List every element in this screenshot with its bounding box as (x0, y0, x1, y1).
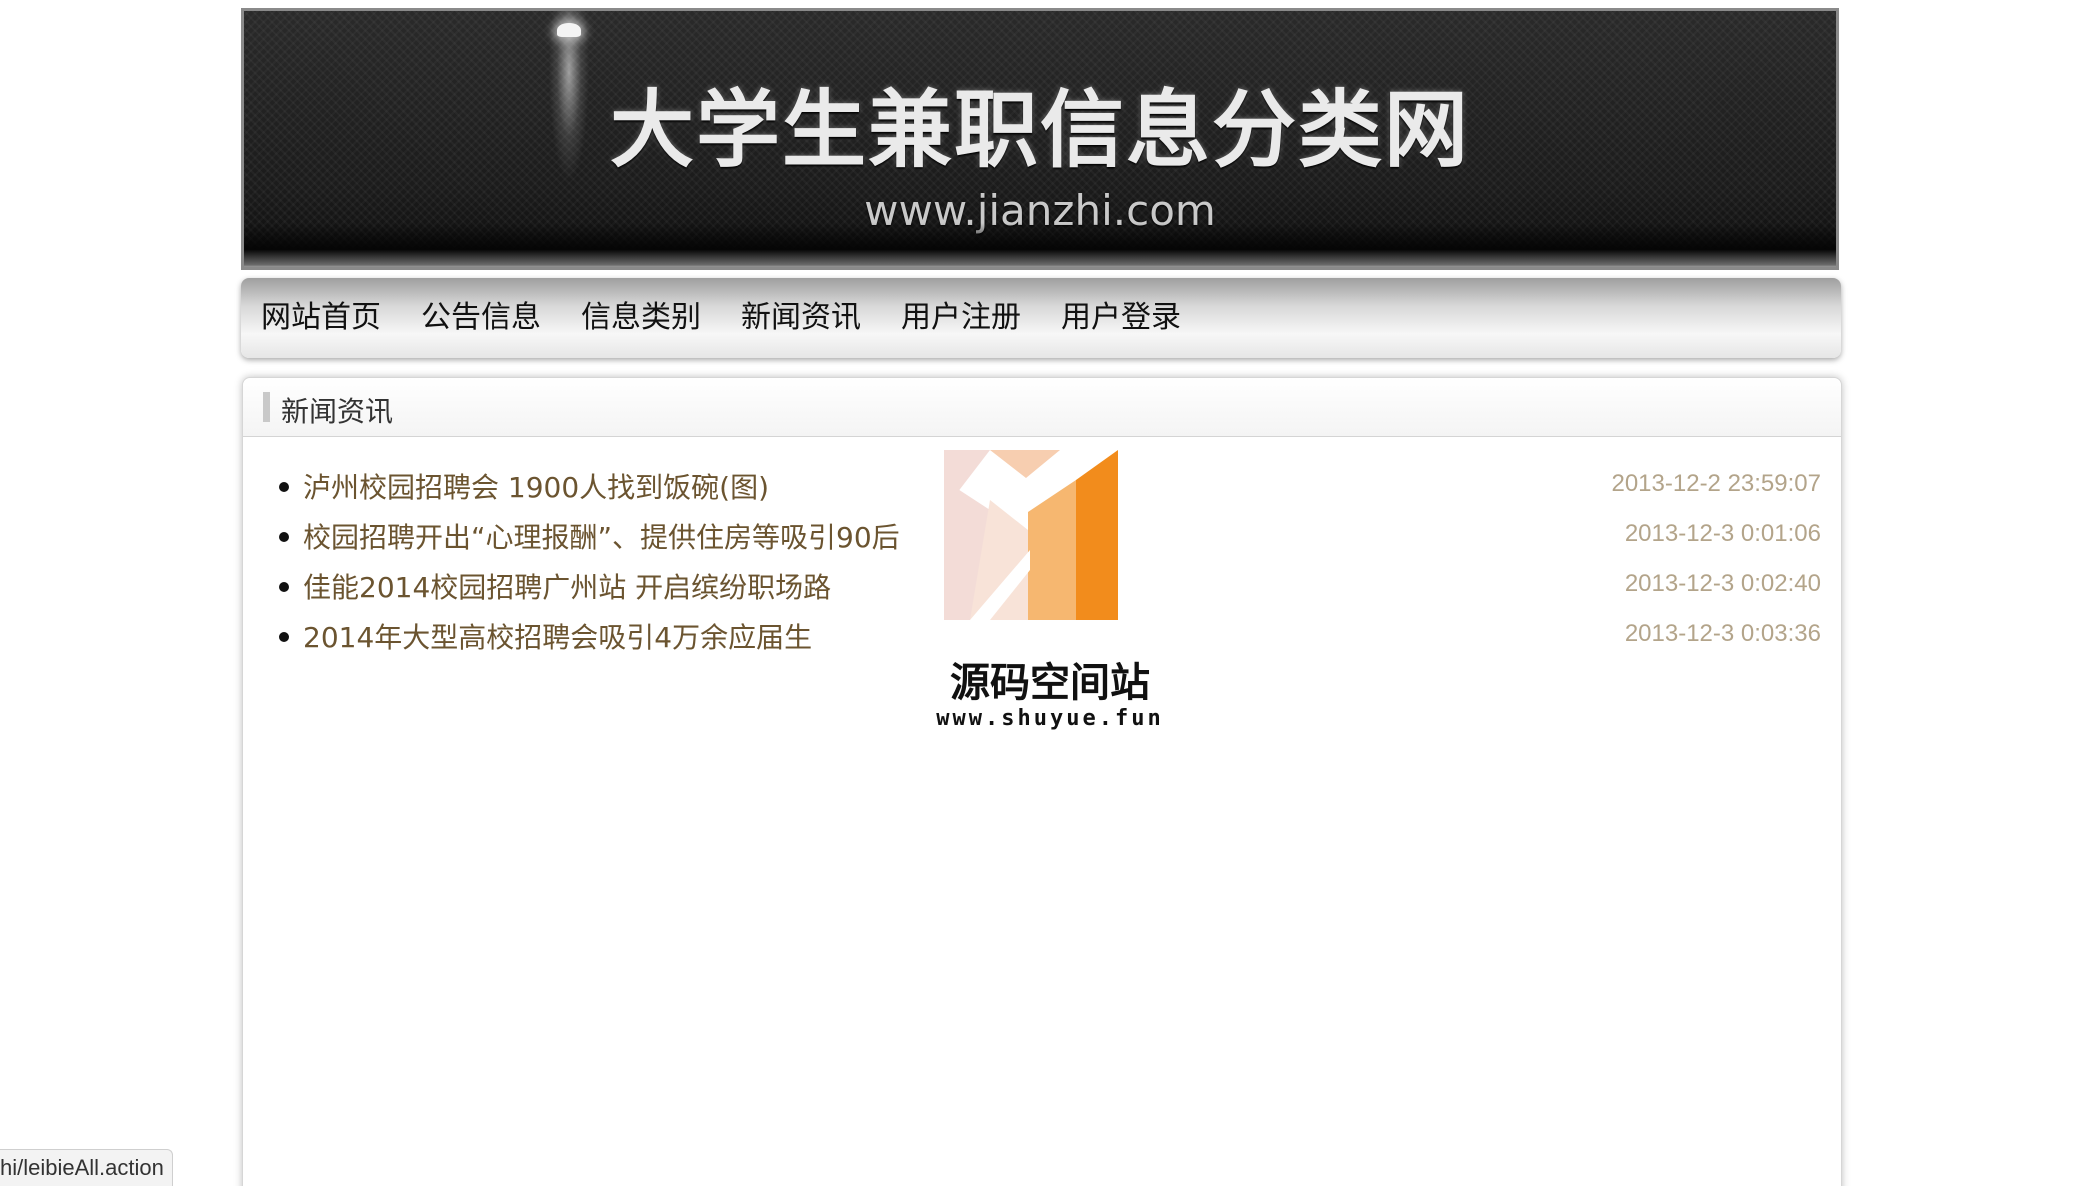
nav-item-register[interactable]: 用户注册 (901, 278, 1021, 358)
site-title: 大学生兼职信息分类网 (609, 81, 1470, 179)
status-bar-url: hi/leibieAll.action (0, 1149, 173, 1186)
nav-item-announcements[interactable]: 公告信息 (421, 278, 541, 358)
news-panel-header: 新闻资讯 (243, 378, 1841, 437)
watermark-url: www.shuyue.fun (936, 706, 1164, 731)
banner-floor (244, 223, 1836, 267)
page: 大学生兼职信息分类网 www.jianzhi.com 网站首页 公告信息 信息类… (0, 0, 2092, 1186)
watermark-name: 源码空间站 (950, 660, 1150, 706)
news-date: 2013-12-2 23:59:07 (1611, 470, 1821, 497)
news-link[interactable]: 校园招聘开出“心理报酬”、提供住房等吸引90后 (303, 516, 900, 556)
news-date: 2013-12-3 0:03:36 (1624, 620, 1821, 647)
main-nav: 网站首页 公告信息 信息类别 新闻资讯 用户注册 用户登录 (241, 278, 1841, 358)
nav-item-news[interactable]: 新闻资讯 (741, 278, 861, 358)
nav-item-login[interactable]: 用户登录 (1061, 278, 1181, 358)
bullet-icon (279, 532, 289, 542)
nav-item-categories[interactable]: 信息类别 (581, 278, 701, 358)
news-link[interactable]: 泸州校园招聘会 1900人找到饭碗(图) (303, 466, 769, 506)
watermark-logo-icon (944, 450, 1118, 620)
news-date: 2013-12-3 0:01:06 (1624, 520, 1821, 547)
header-marker (263, 392, 270, 422)
news-link[interactable]: 佳能2014校园招聘广州站 开启缤纷职场路 (303, 566, 831, 606)
bullet-icon (279, 482, 289, 492)
bullet-icon (279, 582, 289, 592)
site-banner: 大学生兼职信息分类网 www.jianzhi.com (241, 8, 1839, 270)
bullet-icon (279, 632, 289, 642)
nav-item-home[interactable]: 网站首页 (261, 278, 381, 358)
news-link[interactable]: 2014年大型高校招聘会吸引4万余应届生 (303, 616, 812, 656)
news-panel-title: 新闻资讯 (281, 395, 394, 428)
news-date: 2013-12-3 0:02:40 (1624, 570, 1821, 597)
watermark: 源码空间站 www.shuyue.fun (930, 450, 1170, 740)
